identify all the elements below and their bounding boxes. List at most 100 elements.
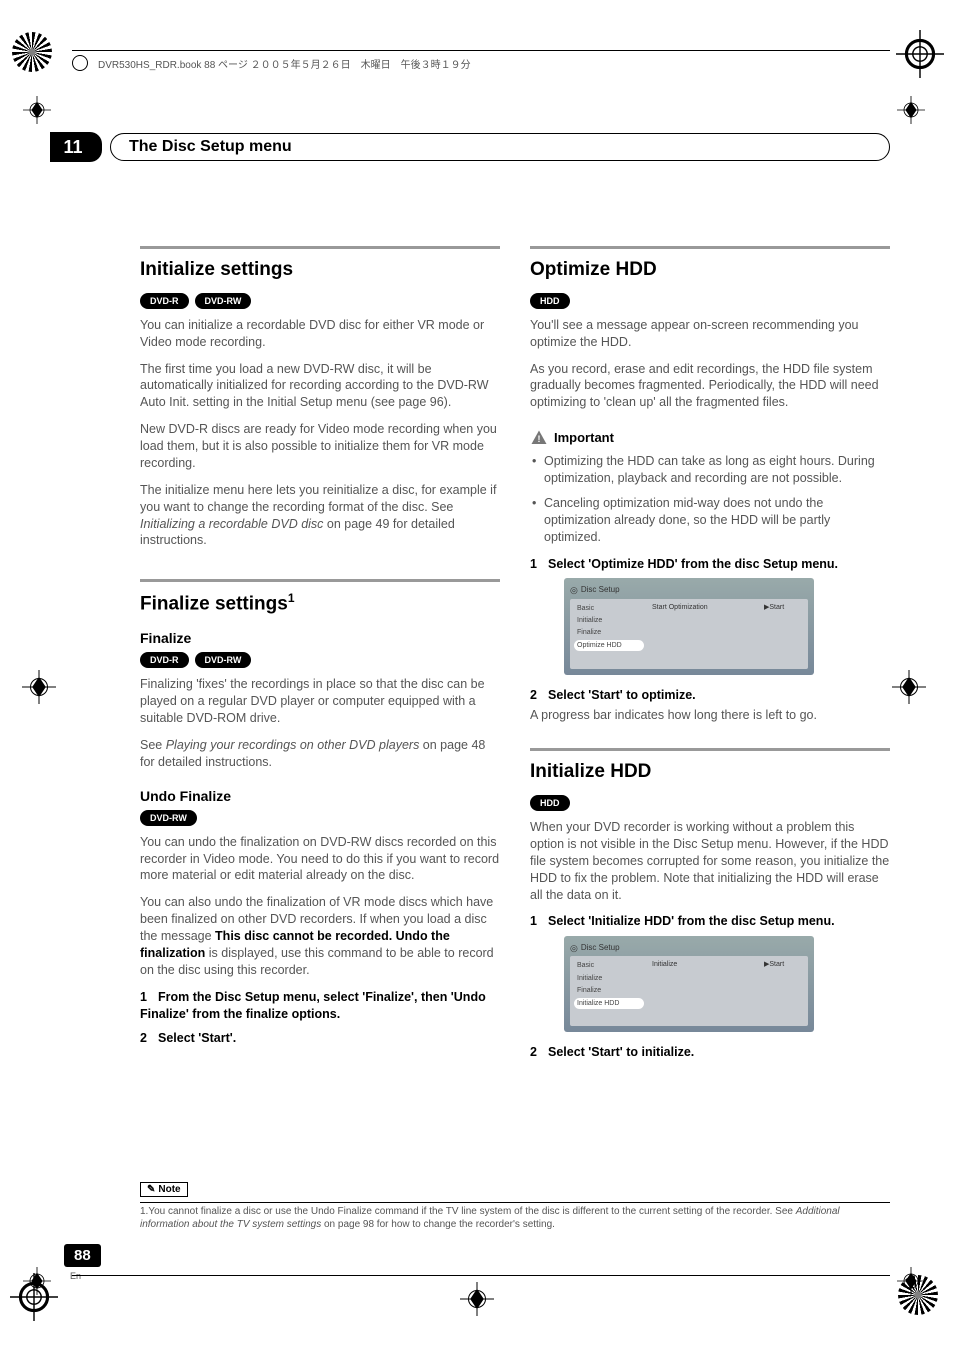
page-number: 88 bbox=[64, 1244, 101, 1267]
badge-dvd-r: DVD-R bbox=[140, 652, 189, 668]
badge-hdd: HDD bbox=[530, 293, 570, 309]
ui-screenshot-optimize: Disc Setup Basic Initialize Finalize Opt… bbox=[564, 578, 814, 674]
subheading-finalize: Finalize bbox=[140, 629, 500, 648]
subheading-undo-finalize: Undo Finalize bbox=[140, 787, 500, 806]
left-column: Initialize settings DVD-R DVD-RW You can… bbox=[140, 246, 500, 1065]
ui-mid-label: Start Optimization bbox=[652, 603, 756, 665]
ui-title: Disc Setup bbox=[570, 942, 808, 954]
ui-menu-item: Basic bbox=[574, 960, 644, 971]
ui-screenshot-initialize: Disc Setup Basic Initialize Finalize Ini… bbox=[564, 936, 814, 1032]
page-language: En bbox=[70, 1271, 81, 1281]
paragraph: The first time you load a new DVD-RW dis… bbox=[140, 361, 500, 412]
paragraph: New DVD-R discs are ready for Video mode… bbox=[140, 421, 500, 472]
badge-dvd-r: DVD-R bbox=[140, 293, 189, 309]
list-item: Optimizing the HDD can take as long as e… bbox=[530, 453, 890, 487]
section-title-finalize-settings: Finalize settings1 bbox=[140, 590, 500, 617]
crop-mark-icon bbox=[22, 95, 52, 125]
ui-menu-item-selected: Optimize HDD bbox=[574, 640, 644, 651]
side-mark-icon bbox=[892, 670, 926, 704]
ui-menu-item: Finalize bbox=[574, 985, 644, 996]
step-text: From the Disc Setup menu, select 'Finali… bbox=[140, 990, 486, 1021]
badge-row: HDD bbox=[530, 795, 890, 811]
badge-dvd-rw: DVD-RW bbox=[140, 810, 197, 826]
paragraph: Finalizing 'fixes' the recordings in pla… bbox=[140, 676, 500, 727]
section-rule bbox=[140, 246, 500, 249]
paragraph: As you record, erase and edit recordings… bbox=[530, 361, 890, 412]
step-2: 2Select 'Start' to optimize. bbox=[530, 687, 890, 704]
note-label: Note bbox=[140, 1182, 188, 1197]
text-italic: Playing your recordings on other DVD pla… bbox=[166, 738, 420, 752]
chapter-title: The Disc Setup menu bbox=[110, 133, 890, 161]
paragraph: You can also undo the finalization of VR… bbox=[140, 894, 500, 978]
section-rule bbox=[530, 748, 890, 751]
footnote-box: Note 1.You cannot finalize a disc or use… bbox=[140, 1182, 890, 1231]
warning-icon: ! bbox=[530, 429, 548, 447]
ui-side-menu: Basic Initialize Finalize Optimize HDD bbox=[574, 603, 644, 665]
ui-title: Disc Setup bbox=[570, 584, 808, 596]
header-text: DVR530HS_RDR.book 88 ページ ２００５年５月２６日 木曜日 … bbox=[98, 56, 471, 71]
paragraph: When your DVD recorder is working withou… bbox=[530, 819, 890, 903]
print-mark-tr bbox=[896, 30, 944, 78]
ui-start-label: ▶Start bbox=[764, 960, 804, 1022]
badge-dvd-rw: DVD-RW bbox=[195, 652, 252, 668]
step-text: Select 'Initialize HDD' from the disc Se… bbox=[548, 914, 835, 928]
text: The initialize menu here lets you reinit… bbox=[140, 483, 496, 514]
footnote-ref: 1 bbox=[288, 591, 295, 605]
step-1: 1Select 'Optimize HDD' from the disc Set… bbox=[530, 556, 890, 573]
important-list: Optimizing the HDD can take as long as e… bbox=[530, 453, 890, 545]
chapter-number: 11 bbox=[50, 132, 102, 162]
section-title-initialize-hdd: Initialize HDD bbox=[530, 759, 890, 785]
paragraph: You can undo the finalization on DVD-RW … bbox=[140, 834, 500, 885]
text-italic: Initializing a recordable DVD disc bbox=[140, 517, 323, 531]
crop-mark-icon bbox=[896, 1266, 926, 1296]
right-column: Optimize HDD HDD You'll see a message ap… bbox=[530, 246, 890, 1065]
important-callout: ! Important bbox=[530, 429, 890, 447]
ui-menu-item: Initialize bbox=[574, 973, 644, 984]
step-text: Select 'Optimize HDD' from the disc Setu… bbox=[548, 557, 838, 571]
step-text: Select 'Start' to optimize. bbox=[548, 688, 696, 702]
side-mark-icon bbox=[22, 670, 56, 704]
paragraph: You'll see a message appear on-screen re… bbox=[530, 317, 890, 351]
section-rule bbox=[140, 579, 500, 582]
print-mark-tl bbox=[10, 30, 58, 78]
ui-mid-label: Initialize bbox=[652, 960, 756, 1022]
ui-menu-item: Basic bbox=[574, 603, 644, 614]
paragraph: You can initialize a recordable DVD disc… bbox=[140, 317, 500, 351]
ui-side-menu: Basic Initialize Finalize Initialize HDD bbox=[574, 960, 644, 1022]
step-1: 1From the Disc Setup menu, select 'Final… bbox=[140, 989, 500, 1023]
document-header: DVR530HS_RDR.book 88 ページ ２００５年５月２６日 木曜日 … bbox=[72, 50, 890, 71]
badge-hdd: HDD bbox=[530, 795, 570, 811]
svg-text:!: ! bbox=[538, 434, 541, 444]
text: 1.You cannot finalize a disc or use the … bbox=[140, 1206, 796, 1217]
step-2: 2Select 'Start' to initialize. bbox=[530, 1044, 890, 1061]
side-mark-icon bbox=[460, 1282, 494, 1316]
step-text: Select 'Start'. bbox=[158, 1031, 236, 1045]
section-title-initialize-settings: Initialize settings bbox=[140, 257, 500, 283]
badge-row: HDD bbox=[530, 293, 890, 309]
step-2: 2Select 'Start'. bbox=[140, 1030, 500, 1047]
badge-row: DVD-R DVD-RW bbox=[140, 293, 500, 309]
badge-row: DVD-RW bbox=[140, 810, 500, 826]
crop-mark-icon bbox=[22, 1266, 52, 1296]
step-text: Select 'Start' to initialize. bbox=[548, 1045, 694, 1059]
badge-row: DVD-R DVD-RW bbox=[140, 652, 500, 668]
note-text: 1.You cannot finalize a disc or use the … bbox=[140, 1205, 890, 1231]
text: See bbox=[140, 738, 166, 752]
text: on page 98 for how to change the recorde… bbox=[321, 1219, 555, 1230]
paragraph: See Playing your recordings on other DVD… bbox=[140, 737, 500, 771]
step-1: 1Select 'Initialize HDD' from the disc S… bbox=[530, 913, 890, 930]
ui-start-label: ▶Start bbox=[764, 603, 804, 665]
chapter-bar: 11 The Disc Setup menu bbox=[0, 132, 890, 162]
document-footer-rule bbox=[72, 1275, 890, 1276]
section-rule bbox=[530, 246, 890, 249]
paragraph: A progress bar indicates how long there … bbox=[530, 707, 890, 724]
note-rule bbox=[140, 1202, 890, 1203]
list-item: Canceling optimization mid-way does not … bbox=[530, 495, 890, 546]
important-label: Important bbox=[554, 429, 614, 447]
content-columns: Initialize settings DVD-R DVD-RW You can… bbox=[140, 246, 890, 1065]
ui-menu-item-selected: Initialize HDD bbox=[574, 998, 644, 1009]
paragraph: The initialize menu here lets you reinit… bbox=[140, 482, 500, 550]
ui-menu-item: Initialize bbox=[574, 615, 644, 626]
section-title-optimize-hdd: Optimize HDD bbox=[530, 257, 890, 283]
ui-menu-item: Finalize bbox=[574, 627, 644, 638]
